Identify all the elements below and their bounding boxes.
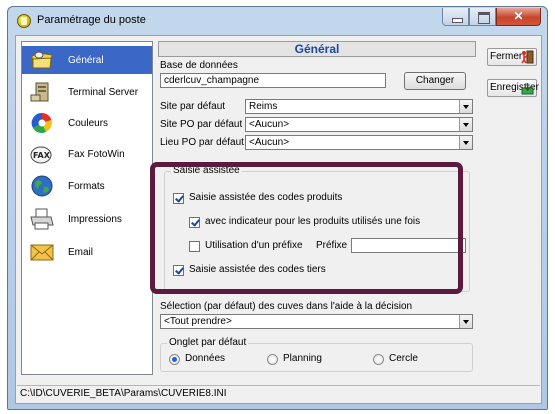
lieu-po-select[interactable]: <Aucun> xyxy=(245,135,473,150)
sidebar-item-label: Impressions xyxy=(68,214,122,225)
prefixe-checkbox[interactable] xyxy=(189,241,200,252)
indicateur-label: avec indicateur pour les produits utilis… xyxy=(205,216,421,227)
chevron-down-icon[interactable] xyxy=(459,118,472,131)
change-db-button[interactable]: Changer xyxy=(404,72,466,90)
radio-planning[interactable] xyxy=(267,354,278,365)
sidebar-item-label: Formats xyxy=(68,181,105,192)
general-panel: Général Base de données cderlcuv_champag… xyxy=(158,41,476,375)
chevron-down-icon[interactable] xyxy=(459,100,472,113)
sidebar-item-formats[interactable]: Formats xyxy=(22,172,152,200)
radio-cercle[interactable] xyxy=(373,354,384,365)
exit-icon xyxy=(521,50,534,64)
sidebar-item-label: Fax FotoWin xyxy=(68,149,125,160)
sidebar-item-label: Email xyxy=(68,247,94,258)
title-bar[interactable]: Paramétrage du poste ✕ xyxy=(8,7,547,35)
site-label: Site par défaut xyxy=(160,101,226,112)
sidebar: Général Terminal Server Couleurs FAX Fax… xyxy=(21,41,153,375)
db-field[interactable]: cderlcuv_champagne xyxy=(160,73,386,88)
prefixe-use-label: Utilisation d'un préfixe xyxy=(205,240,303,251)
app-icon xyxy=(17,14,31,28)
fax-icon: FAX xyxy=(30,146,52,164)
colors-icon xyxy=(31,112,52,133)
radio-donnees[interactable] xyxy=(169,354,180,365)
close-button[interactable]: Fermer xyxy=(487,48,537,66)
sidebar-item-label: Terminal Server xyxy=(68,87,139,98)
close-label: Fermer xyxy=(490,51,523,62)
prefixe-label: Préfixe xyxy=(316,240,348,251)
default-tab-title: Onglet par défaut xyxy=(167,337,249,348)
chevron-down-icon[interactable] xyxy=(459,136,472,149)
sidebar-item-email[interactable]: Email xyxy=(22,238,152,266)
chevron-down-icon[interactable] xyxy=(459,315,472,328)
lieu-po-label: Lieu PO par défaut xyxy=(160,137,244,148)
selection-select-value: <Tout prendre> xyxy=(164,316,232,327)
envelope-icon xyxy=(30,244,54,261)
site-po-label: Site PO par défaut xyxy=(160,119,243,130)
close-window-button[interactable]: ✕ xyxy=(496,8,541,26)
terminal-server-icon xyxy=(30,82,49,102)
codes-produits-checkbox[interactable] xyxy=(173,193,184,204)
sidebar-item-label: Général xyxy=(68,55,104,66)
save-button[interactable]: Enregistrer xyxy=(487,79,539,97)
maximize-button[interactable] xyxy=(469,8,496,26)
assisted-entry-title: Saisie assistée xyxy=(171,165,242,176)
codes-tiers-checkbox[interactable] xyxy=(173,265,184,276)
sidebar-item-fax-fotowin[interactable]: FAX Fax FotoWin xyxy=(22,140,152,168)
selection-label: Sélection (par défaut) des cuves dans l'… xyxy=(160,301,413,312)
codes-tiers-label: Saisie assistée des codes tiers xyxy=(189,264,326,275)
site-po-select[interactable]: <Aucun> xyxy=(245,117,473,132)
selection-select[interactable]: <Tout prendre> xyxy=(160,314,473,329)
svg-text:FAX: FAX xyxy=(33,151,51,160)
window-title: Paramétrage du poste xyxy=(37,14,146,26)
folder-icon xyxy=(31,51,53,69)
sidebar-item-colors[interactable]: Couleurs xyxy=(22,109,152,137)
caption-buttons: ✕ xyxy=(442,8,541,26)
radio-donnees-label: Données xyxy=(185,353,226,364)
sidebar-item-terminal-server[interactable]: Terminal Server xyxy=(22,78,152,106)
panel-header: Général xyxy=(158,41,476,57)
db-label: Base de données xyxy=(160,60,238,71)
printer-icon xyxy=(30,208,54,230)
codes-produits-label: Saisie assistée des codes produits xyxy=(189,192,343,203)
globe-icon xyxy=(31,175,53,197)
site-select-value: Reims xyxy=(249,101,278,112)
client-area: Général Terminal Server Couleurs FAX Fax… xyxy=(15,35,542,404)
minimize-button[interactable] xyxy=(442,8,469,26)
save-icon xyxy=(521,83,534,95)
main-window: Paramétrage du poste ✕ Général Terminal … xyxy=(7,6,548,410)
status-bar: C:\ID\CUVERIE_BETA\Params\CUVERIE8.INI xyxy=(17,385,540,402)
radio-cercle-label: Cercle xyxy=(389,353,418,364)
site-po-select-value: <Aucun> xyxy=(249,119,290,130)
radio-planning-label: Planning xyxy=(283,353,322,364)
sidebar-item-impressions[interactable]: Impressions xyxy=(22,205,152,233)
sidebar-item-label: Couleurs xyxy=(68,118,109,129)
prefixe-field[interactable] xyxy=(351,238,466,253)
sidebar-item-general[interactable]: Général xyxy=(22,46,152,74)
site-select[interactable]: Reims xyxy=(245,99,473,114)
lieu-po-select-value: <Aucun> xyxy=(249,137,290,148)
indicateur-checkbox[interactable] xyxy=(189,217,200,228)
